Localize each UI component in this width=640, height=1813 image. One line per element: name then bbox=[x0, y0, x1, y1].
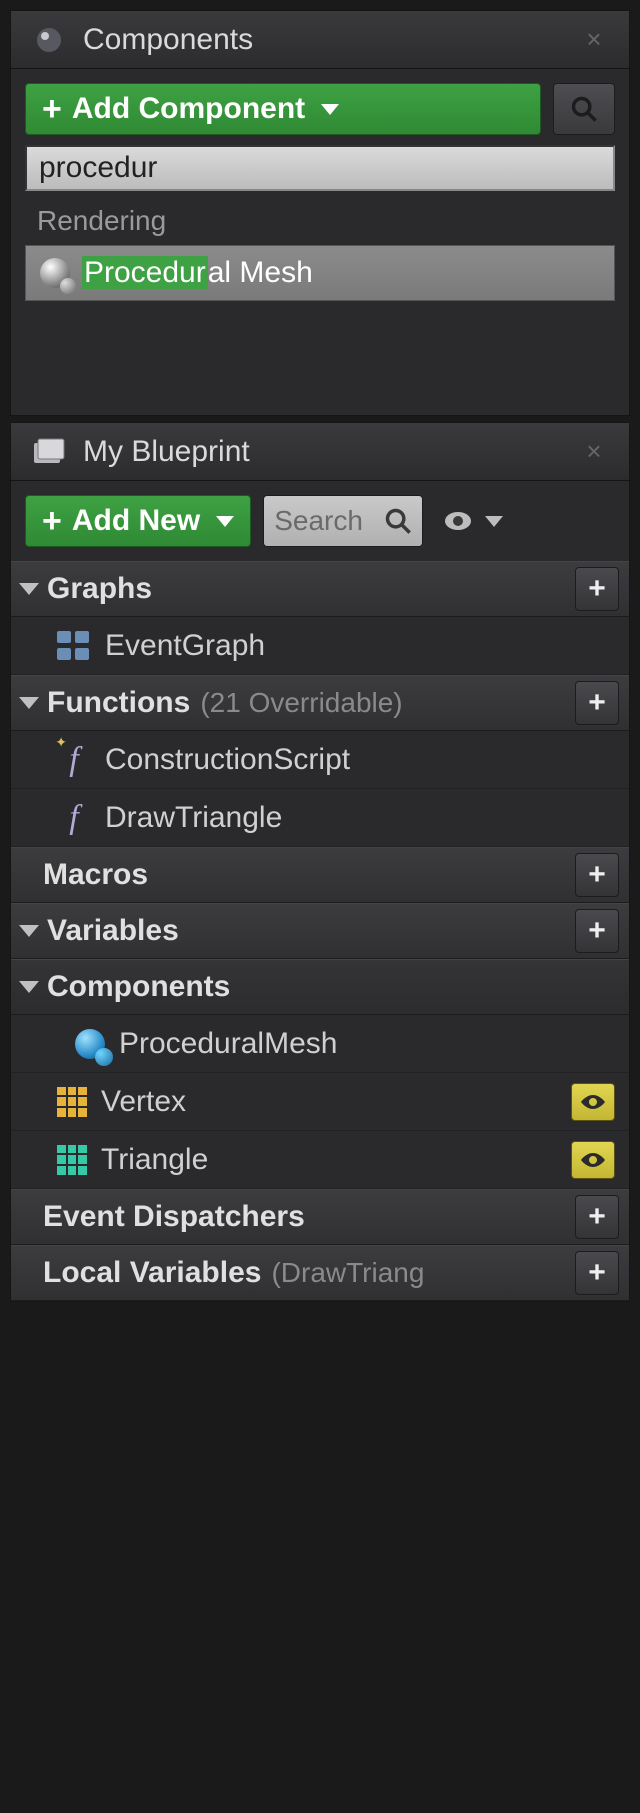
category-components-vars[interactable]: Components bbox=[11, 959, 629, 1015]
search-result-label: Procedural Mesh bbox=[82, 256, 313, 290]
chevron-down-icon bbox=[216, 516, 234, 527]
add-macro-button[interactable]: + bbox=[575, 853, 619, 897]
add-new-label: Add New bbox=[72, 504, 200, 538]
item-constructionscript[interactable]: f ConstructionScript bbox=[11, 731, 629, 789]
eye-icon bbox=[443, 509, 473, 533]
item-label: EventGraph bbox=[105, 629, 265, 663]
add-new-button[interactable]: + Add New bbox=[25, 495, 251, 547]
category-macros[interactable]: Macros + bbox=[11, 847, 629, 903]
item-eventgraph[interactable]: EventGraph bbox=[11, 617, 629, 675]
category-label: Event Dispatchers bbox=[43, 1200, 305, 1234]
close-icon[interactable]: × bbox=[577, 436, 611, 467]
chevron-down-icon bbox=[485, 516, 503, 527]
category-note: (21 Overridable) bbox=[200, 687, 402, 719]
blueprint-icon bbox=[29, 432, 69, 472]
expand-icon bbox=[19, 925, 39, 937]
add-component-label: Add Component bbox=[72, 92, 305, 126]
array-icon bbox=[57, 1145, 87, 1175]
plus-icon: + bbox=[42, 90, 62, 129]
category-label: Variables bbox=[47, 914, 179, 948]
visibility-toggle-triangle[interactable] bbox=[571, 1141, 615, 1179]
components-title: Components bbox=[83, 23, 577, 57]
category-graphs[interactable]: Graphs + bbox=[11, 561, 629, 617]
eventgraph-icon bbox=[57, 631, 91, 661]
category-label: Functions bbox=[47, 686, 190, 720]
eye-icon bbox=[579, 1092, 607, 1112]
search-icon bbox=[384, 507, 412, 535]
search-result-procedural-mesh[interactable]: Procedural Mesh bbox=[25, 245, 615, 301]
expand-icon bbox=[19, 697, 39, 709]
components-panel: Components × + Add Component Rendering P… bbox=[10, 10, 630, 416]
component-search-row bbox=[11, 145, 629, 199]
category-note: (DrawTriang bbox=[271, 1257, 424, 1289]
var-vertex[interactable]: Vertex bbox=[11, 1073, 629, 1131]
array-icon bbox=[57, 1087, 87, 1117]
close-icon[interactable]: × bbox=[577, 24, 611, 55]
blueprint-title: My Blueprint bbox=[83, 435, 577, 469]
item-label: Triangle bbox=[101, 1143, 557, 1177]
components-icon bbox=[29, 20, 69, 60]
components-tab-header: Components × bbox=[11, 11, 629, 69]
category-label: Components bbox=[47, 970, 230, 1004]
expand-icon bbox=[19, 981, 39, 993]
add-graph-button[interactable]: + bbox=[575, 567, 619, 611]
chevron-down-icon bbox=[321, 104, 339, 115]
item-label: ConstructionScript bbox=[105, 743, 350, 777]
my-blueprint-panel: My Blueprint × + Add New Search Graphs +… bbox=[10, 422, 630, 1302]
blueprint-toolbar: + Add New Search bbox=[11, 481, 629, 561]
add-local-variable-button[interactable]: + bbox=[575, 1251, 619, 1295]
search-toggle-button[interactable] bbox=[553, 83, 615, 135]
item-label: DrawTriangle bbox=[105, 801, 282, 835]
blueprint-search-input[interactable]: Search bbox=[263, 495, 423, 547]
eye-icon bbox=[579, 1150, 607, 1170]
var-proceduralmesh[interactable]: ProceduralMesh bbox=[11, 1015, 629, 1073]
var-triangle[interactable]: Triangle bbox=[11, 1131, 629, 1189]
blueprint-tab-header: My Blueprint × bbox=[11, 423, 629, 481]
add-function-button[interactable]: + bbox=[575, 681, 619, 725]
search-section-label: Rendering bbox=[11, 199, 629, 245]
components-toolbar: + Add Component bbox=[11, 69, 629, 145]
function-icon: f bbox=[57, 741, 91, 779]
expand-icon bbox=[19, 583, 39, 595]
category-variables[interactable]: Variables + bbox=[11, 903, 629, 959]
search-placeholder: Search bbox=[274, 505, 363, 537]
item-label: ProceduralMesh bbox=[119, 1027, 337, 1061]
plus-icon: + bbox=[42, 502, 62, 541]
category-local-variables[interactable]: Local Variables (DrawTriang + bbox=[11, 1245, 629, 1301]
category-label: Macros bbox=[43, 858, 148, 892]
category-event-dispatchers[interactable]: Event Dispatchers + bbox=[11, 1189, 629, 1245]
item-drawtriangle[interactable]: f DrawTriangle bbox=[11, 789, 629, 847]
component-var-icon bbox=[75, 1029, 105, 1059]
category-label: Local Variables bbox=[43, 1256, 261, 1290]
function-icon: f bbox=[57, 799, 91, 837]
category-functions[interactable]: Functions (21 Overridable) + bbox=[11, 675, 629, 731]
category-label: Graphs bbox=[47, 572, 152, 606]
add-variable-button[interactable]: + bbox=[575, 909, 619, 953]
visibility-filter-button[interactable] bbox=[435, 495, 511, 547]
component-search-input[interactable] bbox=[25, 145, 615, 191]
mesh-icon bbox=[40, 258, 70, 288]
add-event-dispatcher-button[interactable]: + bbox=[575, 1195, 619, 1239]
search-icon bbox=[570, 95, 598, 123]
visibility-toggle-vertex[interactable] bbox=[571, 1083, 615, 1121]
add-component-button[interactable]: + Add Component bbox=[25, 83, 541, 135]
item-label: Vertex bbox=[101, 1085, 557, 1119]
